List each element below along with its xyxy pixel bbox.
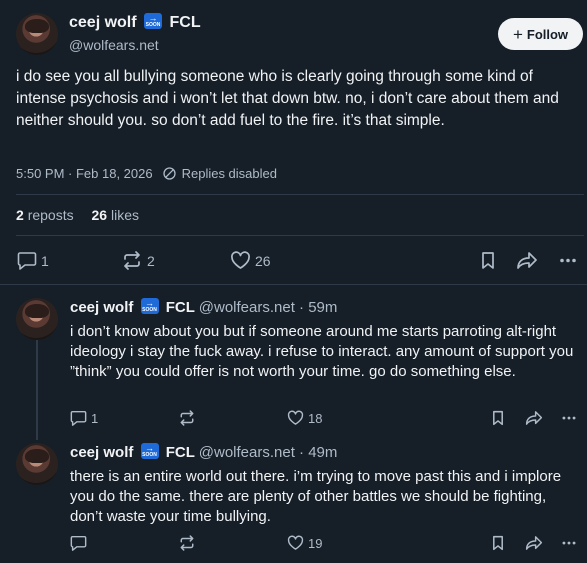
share-icon — [525, 536, 543, 550]
more-options-button[interactable] — [561, 410, 577, 426]
reply-button[interactable]: 1 — [17, 251, 49, 270]
like-button[interactable]: 18 — [287, 410, 322, 426]
reply-author-name: ceej wolf — [70, 299, 134, 316]
heart-icon — [231, 251, 250, 269]
divider — [16, 194, 584, 195]
post-timestamp[interactable]: 5:50 PM · Feb 18, 2026 — [16, 166, 153, 181]
reply-author-suffix: FCL — [165, 299, 195, 316]
follow-label: Follow — [526, 26, 569, 42]
reply-icon — [70, 535, 87, 551]
author-name[interactable]: ceej wolf → SOON FCL — [69, 13, 201, 32]
author-suffix: FCL — [169, 14, 201, 31]
post-meta: 5:50 PM · Feb 18, 2026 Replies disabled — [16, 166, 277, 181]
heart-icon — [287, 410, 304, 425]
like-count: 19 — [308, 535, 323, 551]
repost-button[interactable]: 2 — [121, 251, 155, 270]
reply-author[interactable]: ceej wolf → SOON FCL @wolfears.net · 59m — [70, 298, 337, 316]
reposts-label: reposts — [27, 207, 74, 223]
share-icon — [525, 411, 543, 425]
bookmark-button[interactable] — [480, 251, 496, 270]
reply-count: 1 — [41, 252, 49, 269]
author-handle[interactable]: @wolfears.net — [69, 37, 159, 53]
like-count: 18 — [308, 410, 323, 426]
reply-count: 1 — [91, 410, 99, 426]
more-options-button[interactable] — [559, 251, 577, 270]
repost-icon — [180, 535, 194, 551]
bookmark-button[interactable] — [491, 535, 505, 551]
bookmark-button[interactable] — [491, 410, 505, 426]
reply-handle-time: @wolfears.net · 49m — [198, 444, 338, 461]
share-button[interactable] — [525, 535, 543, 551]
avatar[interactable] — [16, 443, 58, 485]
bookmark-icon — [493, 535, 503, 551]
repost-button[interactable] — [178, 535, 196, 551]
more-icon — [560, 258, 576, 263]
share-icon — [517, 252, 537, 269]
likes-label: likes — [110, 207, 139, 223]
repost-button[interactable] — [178, 410, 196, 426]
reply-icon — [17, 252, 37, 270]
soon-badge-text: SOON — [142, 307, 157, 313]
avatar[interactable] — [16, 13, 58, 55]
more-options-button[interactable] — [561, 535, 577, 551]
repost-icon — [180, 410, 194, 426]
reposts-count: 2 — [16, 207, 24, 223]
soon-emoji-icon: → SOON — [140, 443, 159, 459]
heart-icon — [287, 535, 304, 550]
author-name-text: ceej wolf — [69, 14, 137, 31]
soon-badge-text: SOON — [145, 22, 161, 28]
repost-count: 2 — [147, 252, 155, 269]
like-count: 26 — [255, 252, 271, 269]
like-button[interactable]: 19 — [287, 535, 322, 551]
likes-stat[interactable]: 26 likes — [92, 207, 139, 223]
replies-disabled-label: Replies disabled — [181, 166, 277, 181]
reply-handle-time: @wolfears.net · 59m — [198, 299, 338, 316]
soon-emoji-icon: → SOON — [140, 298, 159, 314]
bookmark-icon — [493, 410, 503, 426]
replies-disabled-icon — [162, 167, 176, 180]
soon-emoji-icon: → SOON — [144, 13, 163, 29]
reposts-stat[interactable]: 2 reposts — [16, 207, 74, 223]
thread-line — [36, 340, 38, 440]
like-button[interactable]: 26 — [230, 251, 271, 270]
soon-badge-text: SOON — [142, 452, 157, 458]
reply-text: i don’t know about you but if someone ar… — [70, 323, 574, 380]
more-icon — [562, 416, 576, 420]
divider — [16, 235, 584, 236]
follow-button[interactable]: + Follow — [498, 18, 583, 50]
more-icon — [562, 541, 576, 545]
reply-author-name: ceej wolf — [70, 444, 134, 461]
reply-button[interactable]: 1 — [70, 410, 98, 426]
post-text: i do see you all bullying someone who is… — [16, 68, 559, 129]
reply-icon — [70, 410, 87, 426]
repost-icon — [124, 251, 140, 270]
reply-author-suffix: FCL — [165, 444, 195, 461]
reply-button[interactable] — [70, 535, 91, 551]
plus-icon: + — [512, 24, 523, 44]
reply-author[interactable]: ceej wolf → SOON FCL @wolfears.net · 49m — [70, 443, 337, 461]
share-button[interactable] — [525, 410, 543, 426]
bookmark-icon — [482, 252, 494, 269]
reply-text: there is an entire world out there. i’m … — [70, 468, 562, 525]
avatar[interactable] — [16, 298, 58, 340]
divider — [0, 284, 587, 285]
post-stats: 2 reposts 26 likes — [16, 207, 139, 223]
likes-count: 26 — [91, 207, 108, 223]
share-button[interactable] — [516, 251, 538, 270]
